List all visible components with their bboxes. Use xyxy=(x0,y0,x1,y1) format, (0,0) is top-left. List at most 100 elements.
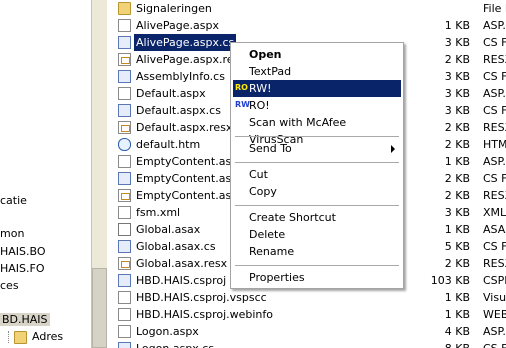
tree-item[interactable]: ces xyxy=(0,278,91,294)
file-name: AlivePage.aspx xyxy=(136,19,220,32)
tree-item-label: HAIS.BO xyxy=(0,245,46,258)
folder-icon xyxy=(118,2,131,15)
file-row[interactable]: HBD.HAIS.csproj.vspscc 1 KB Visua xyxy=(108,289,506,306)
file-size: 1 KB xyxy=(444,308,470,321)
menu-item-copy[interactable]: Copy xyxy=(233,183,401,200)
tree-item-label: Adres xyxy=(32,330,64,343)
file-name: AlivePage.aspx.cs xyxy=(134,34,237,51)
file-type: HTML xyxy=(483,138,506,151)
menu-item-cut[interactable]: Cut xyxy=(233,166,401,183)
resx-file-icon xyxy=(118,189,131,202)
file-size: 2 KB xyxy=(444,172,470,185)
file-name: AssemblyInfo.cs xyxy=(136,70,225,83)
menu-separator xyxy=(235,136,399,137)
menu-item-label: Rename xyxy=(249,245,295,258)
file-size: 4 KB xyxy=(444,325,470,338)
folder-tree-pane: catie mon HAIS.BO HAIS.FO ces BD.HAIS Ad… xyxy=(0,0,91,348)
menu-item-delete[interactable]: Delete xyxy=(233,226,401,243)
menu-item-create-shortcut[interactable]: Create Shortcut xyxy=(233,209,401,226)
file-name: default.htm xyxy=(136,138,201,151)
file-type: RESX xyxy=(483,189,506,202)
cs-file-icon xyxy=(118,70,131,83)
context-menu: Open TextPad RO RW! RW RO! Scan with McAfe… xyxy=(230,42,404,289)
file-row[interactable]: Signaleringen File F xyxy=(108,0,506,17)
file-type: CS Fi xyxy=(483,36,506,49)
file-size: 2 KB xyxy=(444,53,470,66)
file-type: Visua xyxy=(483,291,506,304)
file-name: AlivePage.aspx.res xyxy=(136,53,240,66)
menu-item-label: TextPad xyxy=(249,65,292,78)
asax-file-icon xyxy=(118,223,131,236)
file-size: 3 KB xyxy=(444,206,470,219)
file-name: Global.asax xyxy=(136,223,201,236)
file-name: HBD.HAIS.csproj.vspscc xyxy=(136,291,267,304)
menu-separator xyxy=(235,205,399,206)
file-type: ASAX xyxy=(483,223,506,236)
file-row[interactable]: Logon.aspx.cs 8 KB CS Fi xyxy=(108,340,506,348)
file-name: fsm.xml xyxy=(136,206,181,219)
menu-item-open[interactable]: Open xyxy=(233,46,401,63)
file-type: XML I xyxy=(483,206,506,219)
file-size: 2 KB xyxy=(444,257,470,270)
tree-item[interactable]: HAIS.BO xyxy=(0,244,91,260)
file-size: 5 KB xyxy=(444,240,470,253)
file-name: EmptyContent.asp: xyxy=(136,172,242,185)
file-size: 103 KB xyxy=(430,274,470,287)
cs-file-icon xyxy=(118,172,131,185)
ro-icon: RO xyxy=(235,83,248,92)
resx-file-icon xyxy=(118,53,131,66)
file-type: ASP. xyxy=(483,325,506,338)
aspx-file-icon xyxy=(118,87,131,100)
menu-item-label: Copy xyxy=(249,185,277,198)
file-name: Default.aspx xyxy=(136,87,206,100)
file-size: 3 KB xyxy=(444,104,470,117)
tree-item[interactable]: catie xyxy=(0,193,91,209)
file-name: EmptyContent.asp: xyxy=(136,189,242,202)
cs-file-icon xyxy=(118,240,131,253)
tree-item[interactable]: mon xyxy=(0,226,91,242)
menu-item-rw[interactable]: RO RW! xyxy=(233,80,401,97)
menu-item-textpad[interactable]: TextPad xyxy=(233,63,401,80)
resx-file-icon xyxy=(118,257,131,270)
file-size: 3 KB xyxy=(444,87,470,100)
menu-item-properties[interactable]: Properties xyxy=(233,269,401,286)
file-size: 8 KB xyxy=(410,340,470,348)
file-type: ASP. xyxy=(483,155,506,168)
menu-item-label: RO! xyxy=(249,99,270,112)
tree-item-label: HAIS.FO xyxy=(0,262,45,275)
menu-separator xyxy=(235,265,399,266)
xml-file-icon xyxy=(118,206,131,219)
menu-item-rename[interactable]: Rename xyxy=(233,243,401,260)
submenu-arrow-icon xyxy=(391,145,395,153)
file-row[interactable]: HBD.HAIS.csproj.webinfo 1 KB WEBI xyxy=(108,306,506,323)
file-type: RESX xyxy=(483,53,506,66)
menu-item-label: Create Shortcut xyxy=(249,211,336,224)
file-row[interactable]: AlivePage.aspx 1 KB ASP. xyxy=(108,17,506,34)
menu-item-ro[interactable]: RW RO! xyxy=(233,97,401,114)
file-type: CS Fi xyxy=(483,70,506,83)
file-size: 1 KB xyxy=(444,291,470,304)
file-size: 2 KB xyxy=(444,121,470,134)
scrollbar-thumb[interactable] xyxy=(92,268,107,348)
menu-item-scan-virus[interactable]: Scan with McAfee VirusScan xyxy=(233,114,401,146)
aspx-file-icon xyxy=(118,19,131,32)
aspx-file-icon xyxy=(118,155,131,168)
file-name: Logon.aspx.cs xyxy=(136,340,214,348)
file-size: 1 KB xyxy=(444,155,470,168)
menu-item-label: Properties xyxy=(249,271,305,284)
rw-icon: RW xyxy=(235,100,250,109)
menu-item-send-to[interactable]: Send To xyxy=(233,140,401,157)
menu-separator xyxy=(235,162,399,163)
cs-file-icon xyxy=(118,36,131,49)
file-row[interactable]: Logon.aspx 4 KB ASP. xyxy=(108,323,506,340)
file-type: ASP. xyxy=(483,87,506,100)
tree-scrollbar[interactable] xyxy=(91,0,107,348)
tree-item-selected[interactable]: BD.HAIS xyxy=(0,312,91,328)
cs-file-icon xyxy=(118,104,131,117)
tree-item[interactable]: Adres xyxy=(0,329,91,345)
file-type: CSPR xyxy=(483,274,506,287)
file-name: Signaleringen xyxy=(136,2,212,15)
vspscc-file-icon xyxy=(118,291,131,304)
tree-item[interactable]: HAIS.FO xyxy=(0,261,91,277)
file-type: ASP. xyxy=(483,19,506,32)
